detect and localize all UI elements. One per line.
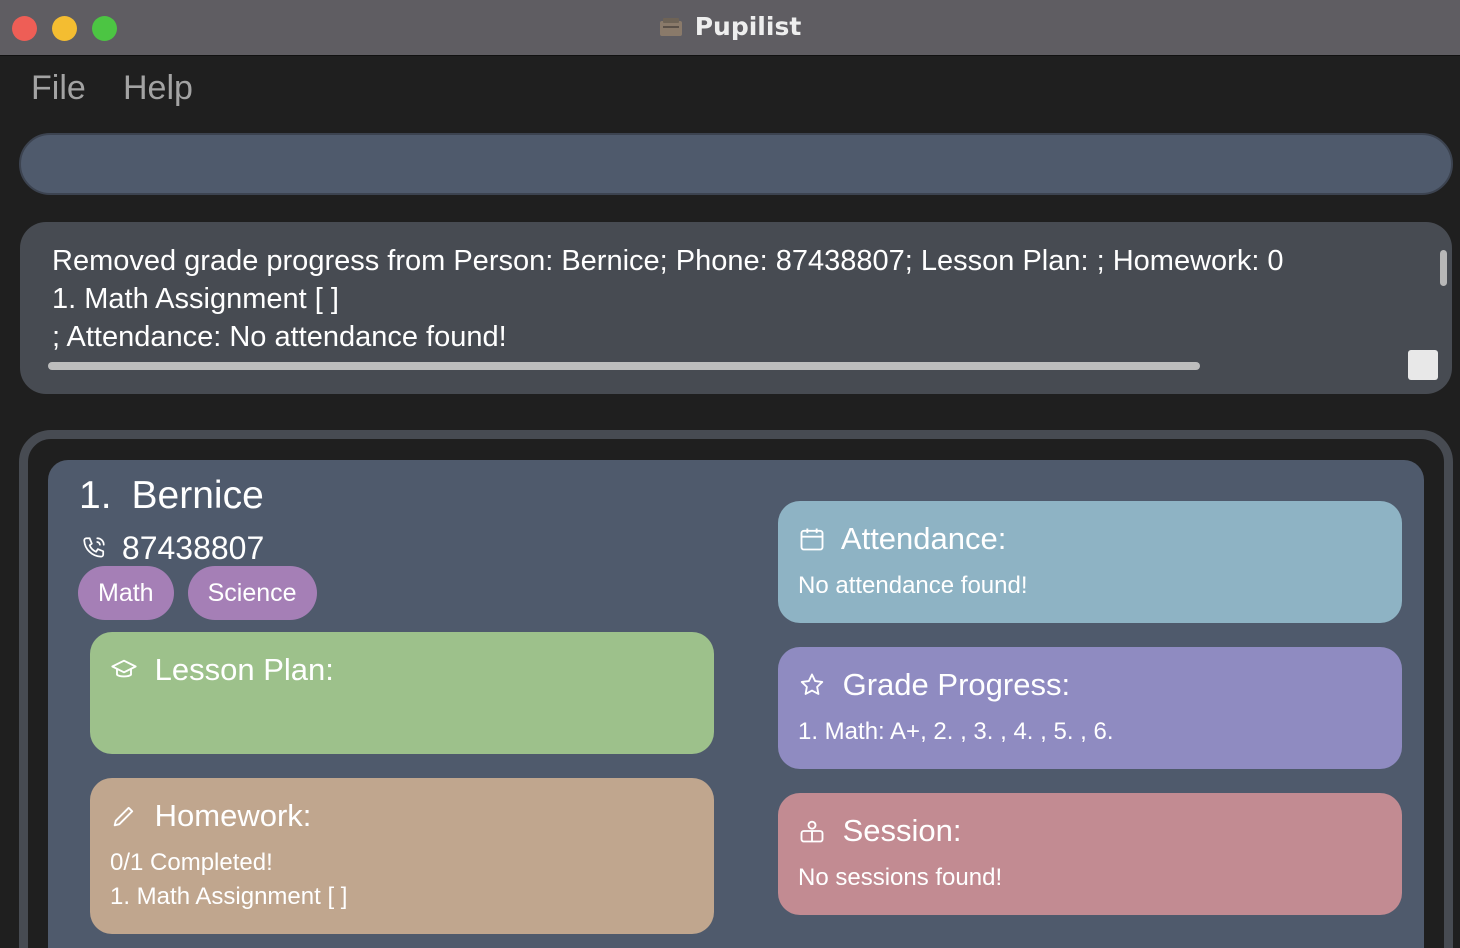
attendance-body: No attendance found!	[798, 572, 1028, 599]
command-input[interactable]	[19, 133, 1453, 195]
person-desk-icon	[798, 813, 843, 848]
person-name: Bernice	[131, 474, 264, 517]
menu-bar: File Help	[0, 57, 1460, 123]
pencil-icon	[110, 798, 155, 833]
app-icon	[659, 14, 683, 36]
session-label: Session:	[842, 813, 962, 848]
person-name-line: 1. Bernice	[79, 474, 264, 518]
tag-list: Math Science	[78, 566, 317, 620]
lesson-plan-title: Lesson Plan:	[110, 652, 334, 688]
person-phone: 87438807	[121, 530, 265, 566]
session-title: Session:	[798, 813, 962, 849]
tag-math: Math	[78, 566, 174, 620]
homework-title: Homework:	[110, 798, 311, 834]
homework-body: 0/1 Completed! 1. Math Assignment [ ]	[110, 849, 348, 910]
menu-help[interactable]: Help	[123, 69, 193, 108]
calendar-icon	[798, 521, 841, 556]
phone-icon	[81, 530, 122, 566]
app-window: Pupilist File Help Removed grade progres…	[0, 0, 1460, 948]
window-title-text: Pupilist	[694, 12, 802, 41]
scroll-corner	[1408, 350, 1438, 380]
session-body: No sessions found!	[798, 864, 1003, 891]
vertical-scrollbar[interactable]	[1440, 250, 1447, 286]
person-card[interactable]: 1. Bernice 87438807 Math Science Lesson P…	[48, 460, 1424, 948]
tag-science: Science	[187, 566, 317, 620]
attendance-panel: Attendance: No attendance found!	[778, 501, 1402, 623]
horizontal-scrollbar[interactable]	[48, 362, 1200, 370]
window-title: Pupilist	[0, 12, 1460, 41]
person-phone-line: 87438807	[81, 530, 264, 567]
grade-progress-panel: Grade Progress: 1. Math: A+, 2. , 3. , 4…	[778, 647, 1402, 769]
attendance-title: Attendance:	[798, 521, 1006, 557]
homework-panel: Homework: 0/1 Completed! 1. Math Assignm…	[90, 778, 714, 934]
graduation-cap-icon	[110, 652, 155, 687]
session-panel: Session: No sessions found!	[778, 793, 1402, 915]
menu-file[interactable]: File	[31, 69, 86, 108]
star-icon	[798, 667, 843, 702]
title-bar: Pupilist	[0, 0, 1460, 56]
result-text: Removed grade progress from Person: Bern…	[52, 245, 1284, 353]
lesson-plan-panel: Lesson Plan:	[90, 632, 714, 754]
grade-progress-title: Grade Progress:	[798, 667, 1070, 703]
lesson-plan-label: Lesson Plan:	[154, 652, 334, 687]
attendance-label: Attendance:	[840, 521, 1007, 556]
person-index: 1.	[79, 474, 112, 517]
homework-label: Homework:	[154, 798, 312, 833]
grade-progress-label: Grade Progress:	[842, 667, 1071, 702]
grade-progress-body: 1. Math: A+, 2. , 3. , 4. , 5. , 6.	[798, 718, 1114, 745]
result-display[interactable]: Removed grade progress from Person: Bern…	[20, 222, 1452, 394]
